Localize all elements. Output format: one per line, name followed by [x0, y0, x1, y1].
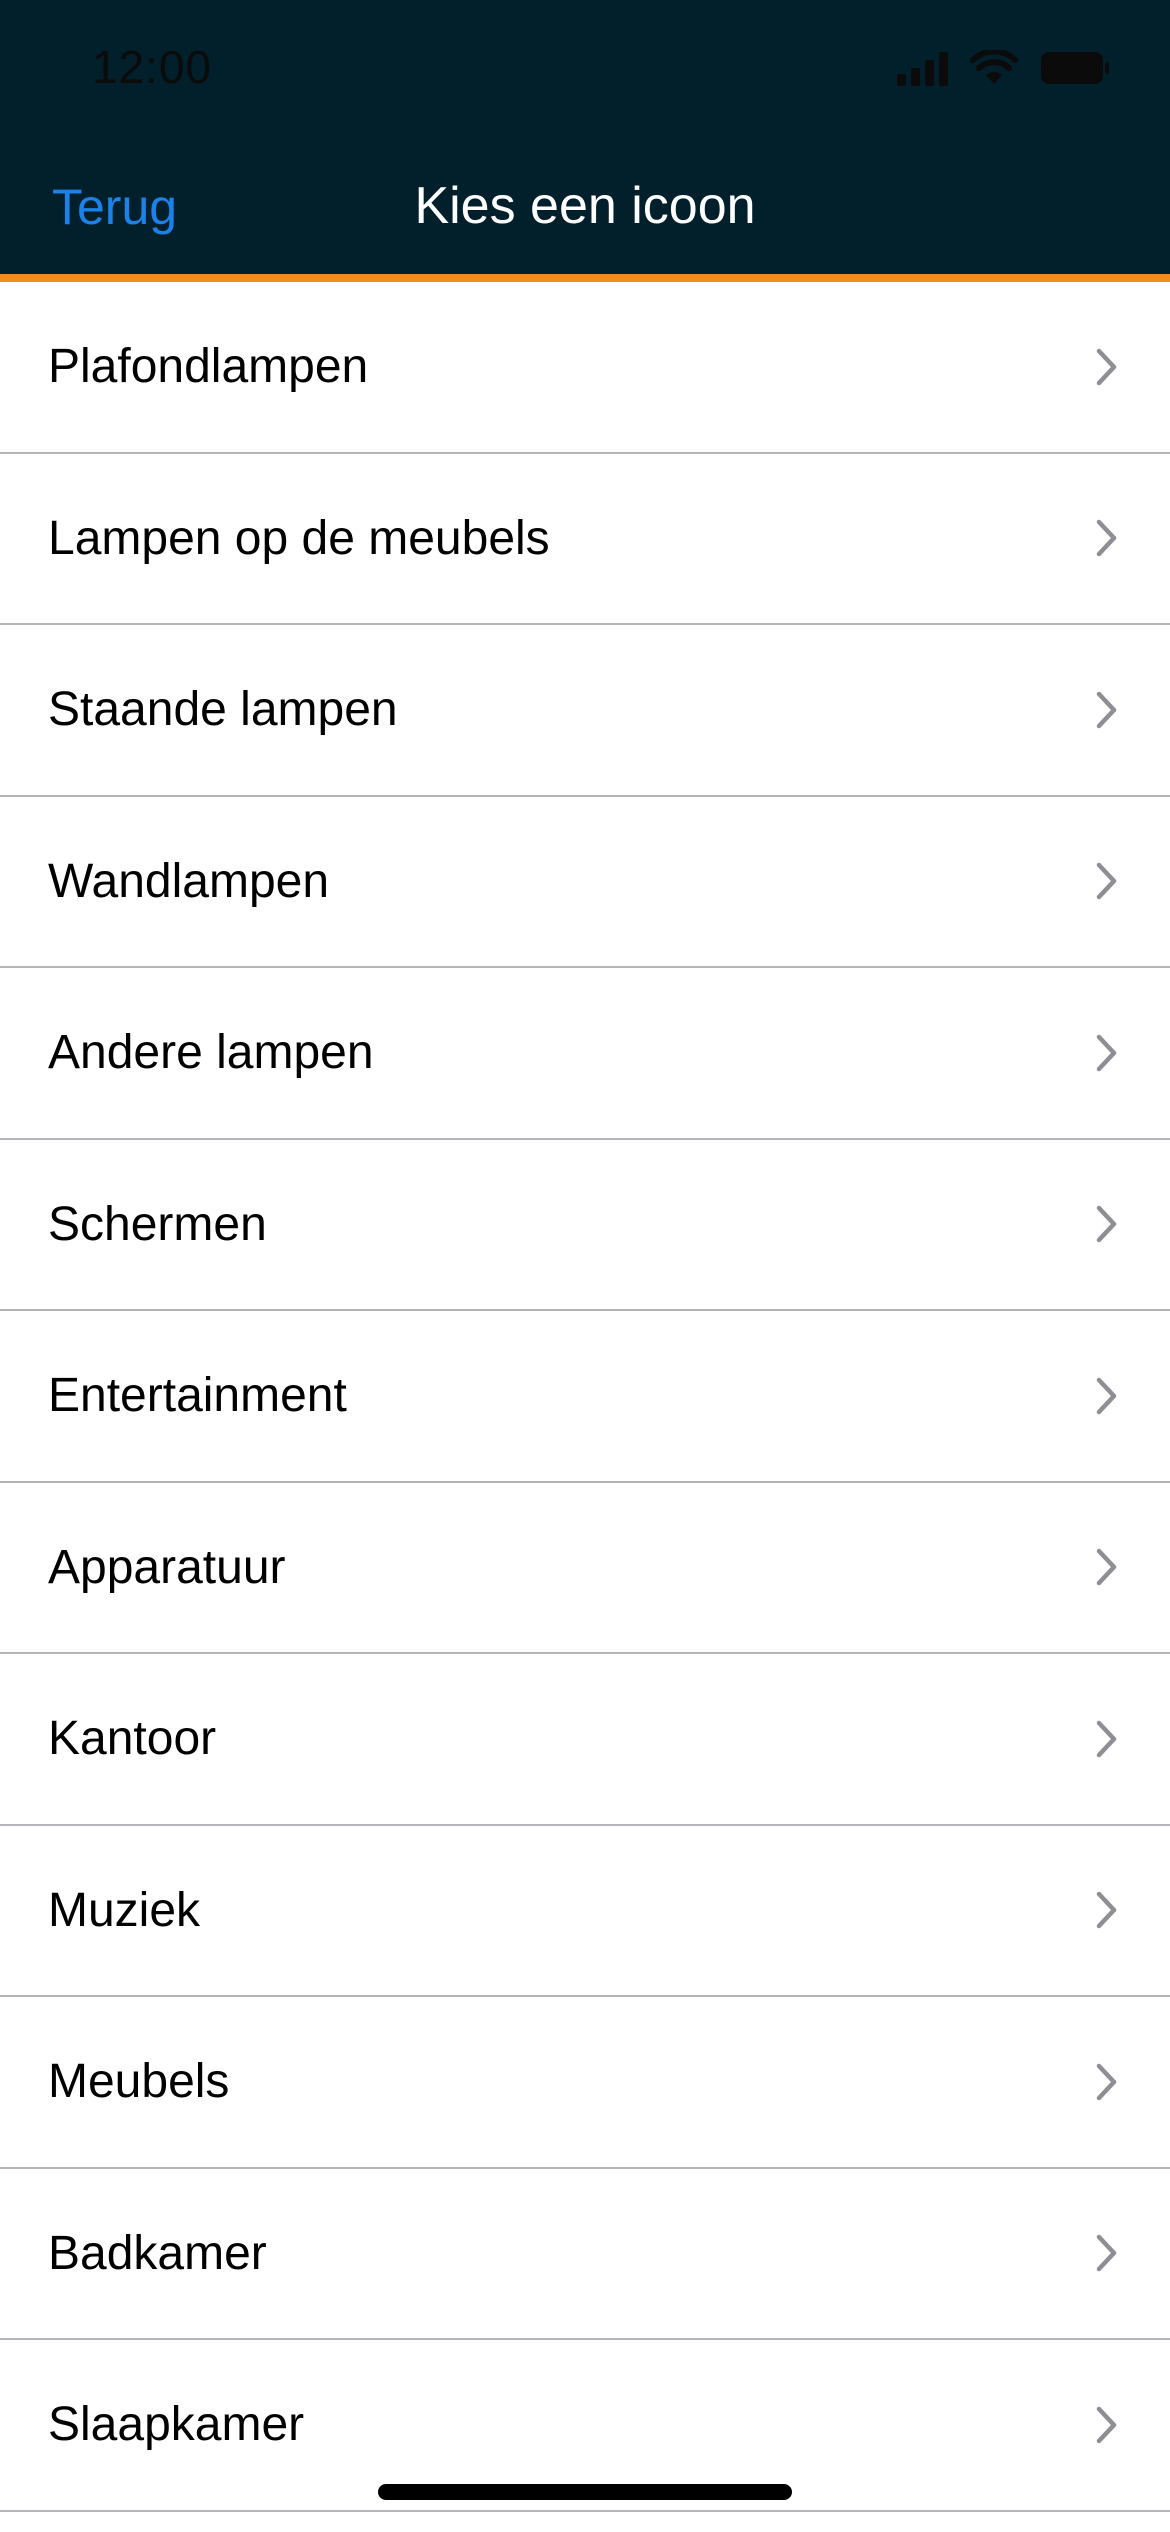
list-item-apparatuur[interactable]: Apparatuur: [0, 1482, 1170, 1654]
list-item-label: Badkamer: [48, 2226, 267, 2280]
list-item-schermen[interactable]: Schermen: [0, 1139, 1170, 1311]
list-item-badkamer[interactable]: Badkamer: [0, 2168, 1170, 2340]
chevron-right-icon: [1096, 348, 1117, 385]
list-item-label: Plafondlampen: [48, 340, 369, 394]
wifi-icon: [970, 50, 1018, 86]
chevron-right-icon: [1096, 520, 1117, 557]
list-item-label: Lampen op de meubels: [48, 511, 550, 565]
chevron-right-icon: [1096, 863, 1117, 900]
chevron-right-icon: [1096, 2406, 1117, 2443]
chevron-right-icon: [1096, 1549, 1117, 1586]
list-item-label: Muziek: [48, 1883, 201, 1937]
status-icons: [897, 50, 1110, 86]
list-item-label: Meubels: [48, 2055, 230, 2109]
list-item-lampen-op-de-meubels[interactable]: Lampen op de meubels: [0, 453, 1170, 625]
home-indicator[interactable]: [378, 2484, 792, 2500]
list-item-meubels[interactable]: Meubels: [0, 1997, 1170, 2169]
chevron-right-icon: [1096, 1034, 1117, 1071]
chevron-right-icon: [1096, 2235, 1117, 2272]
signal-icon: [897, 50, 948, 86]
list-item-andere-lampen[interactable]: Andere lampen: [0, 968, 1170, 1140]
chevron-right-icon: [1096, 1892, 1117, 1929]
list-item-label: Andere lampen: [48, 1026, 374, 1080]
list-item-label: Apparatuur: [48, 1540, 286, 1594]
icon-category-list: Plafondlampen Lampen op de meubels Staande…: [0, 282, 1170, 2512]
list-item-label: Kantoor: [48, 1712, 217, 1766]
accent-divider: [0, 274, 1170, 282]
list-item-label: Schermen: [48, 1197, 267, 1251]
back-button[interactable]: Terug: [52, 178, 177, 236]
chevron-right-icon: [1096, 2063, 1117, 2100]
list-item-entertainment[interactable]: Entertainment: [0, 1311, 1170, 1483]
screen: 12:00 Terug Kies een icoon Plafondlampen…: [0, 0, 1170, 2532]
list-item-staande-lampen[interactable]: Staande lampen: [0, 625, 1170, 797]
list-item-label: Wandlampen: [48, 854, 330, 908]
battery-icon: [1040, 51, 1110, 85]
chevron-right-icon: [1096, 1377, 1117, 1414]
list-item-label: Slaapkamer: [48, 2398, 305, 2452]
list-item-kantoor[interactable]: Kantoor: [0, 1654, 1170, 1826]
chevron-right-icon: [1096, 1720, 1117, 1757]
navigation-header: 12:00 Terug Kies een icoon: [0, 0, 1170, 280]
list-item-muziek[interactable]: Muziek: [0, 1825, 1170, 1997]
list-item-plafondlampen[interactable]: Plafondlampen: [0, 282, 1170, 454]
chevron-right-icon: [1096, 1206, 1117, 1243]
chevron-right-icon: [1096, 691, 1117, 728]
list-item-label: Staande lampen: [48, 683, 398, 737]
status-time: 12:00: [92, 41, 213, 93]
list-item-label: Entertainment: [48, 1369, 347, 1423]
list-item-wandlampen[interactable]: Wandlampen: [0, 796, 1170, 968]
